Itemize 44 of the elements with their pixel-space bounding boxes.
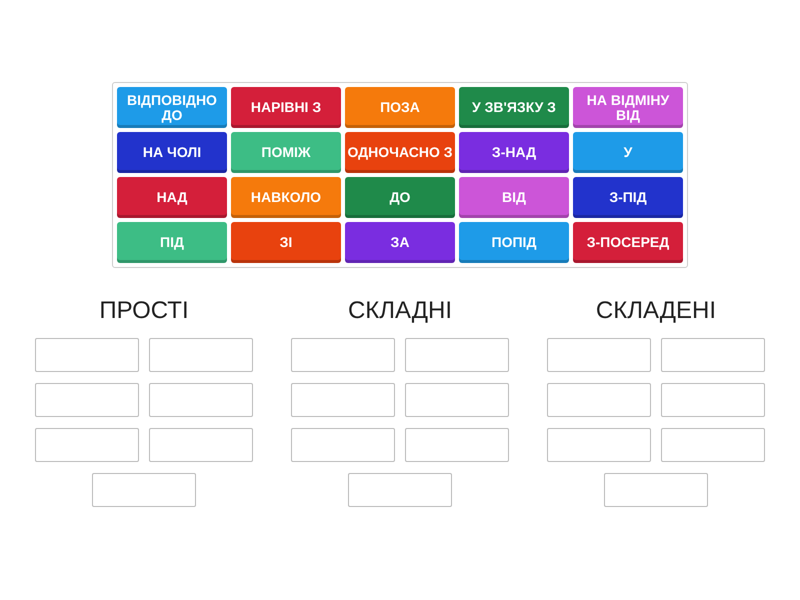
word-tile[interactable]: НАД — [117, 177, 227, 218]
drop-slot[interactable] — [149, 383, 253, 417]
word-tile[interactable]: ПІД — [117, 222, 227, 263]
drop-slot[interactable] — [661, 383, 765, 417]
drop-slot[interactable] — [35, 383, 139, 417]
word-tile[interactable]: ВІД — [459, 177, 569, 218]
word-tile[interactable]: НАРІВНІ З — [231, 87, 341, 128]
drop-slot[interactable] — [291, 338, 395, 372]
drop-slot[interactable] — [149, 428, 253, 462]
group-title: ПРОСТІ — [99, 296, 189, 326]
word-tile[interactable]: З-ПОСЕРЕД — [573, 222, 683, 263]
drop-slot[interactable] — [92, 473, 196, 507]
group-title: СКЛАДЕНІ — [596, 296, 716, 326]
drop-slot[interactable] — [405, 383, 509, 417]
drop-slot[interactable] — [547, 338, 651, 372]
drop-slot[interactable] — [149, 338, 253, 372]
drop-slot[interactable] — [547, 428, 651, 462]
drop-slot[interactable] — [348, 473, 452, 507]
word-tile[interactable]: ВІДПОВІДНО ДО — [117, 87, 227, 128]
drop-slot[interactable] — [604, 473, 708, 507]
word-tile[interactable]: ПОПІД — [459, 222, 569, 263]
drop-slot[interactable] — [291, 383, 395, 417]
word-tile[interactable]: ПОЗА — [345, 87, 455, 128]
word-tile[interactable]: ЗІ — [231, 222, 341, 263]
drop-slot[interactable] — [291, 428, 395, 462]
word-tile[interactable]: У ЗВ'ЯЗКУ З — [459, 87, 569, 128]
drop-slot[interactable] — [405, 428, 509, 462]
group-title: СКЛАДНІ — [348, 296, 452, 326]
word-tile[interactable]: НА ВІДМІНУ ВІД — [573, 87, 683, 128]
word-tile[interactable]: У — [573, 132, 683, 173]
word-tile[interactable]: НАВКОЛО — [231, 177, 341, 218]
drop-slot[interactable] — [35, 338, 139, 372]
drop-slot[interactable] — [661, 338, 765, 372]
word-tile[interactable]: ЗА — [345, 222, 455, 263]
word-tile[interactable]: З-НАД — [459, 132, 569, 173]
word-tile[interactable]: ПОМІЖ — [231, 132, 341, 173]
drop-slot[interactable] — [661, 428, 765, 462]
word-tile[interactable]: З-ПІД — [573, 177, 683, 218]
drop-slot[interactable] — [35, 428, 139, 462]
drop-slot[interactable] — [405, 338, 509, 372]
word-tile[interactable]: ОДНОЧАСНО З — [345, 132, 455, 173]
drop-slot[interactable] — [547, 383, 651, 417]
word-tile[interactable]: НА ЧОЛІ — [117, 132, 227, 173]
word-tile[interactable]: ДО — [345, 177, 455, 218]
